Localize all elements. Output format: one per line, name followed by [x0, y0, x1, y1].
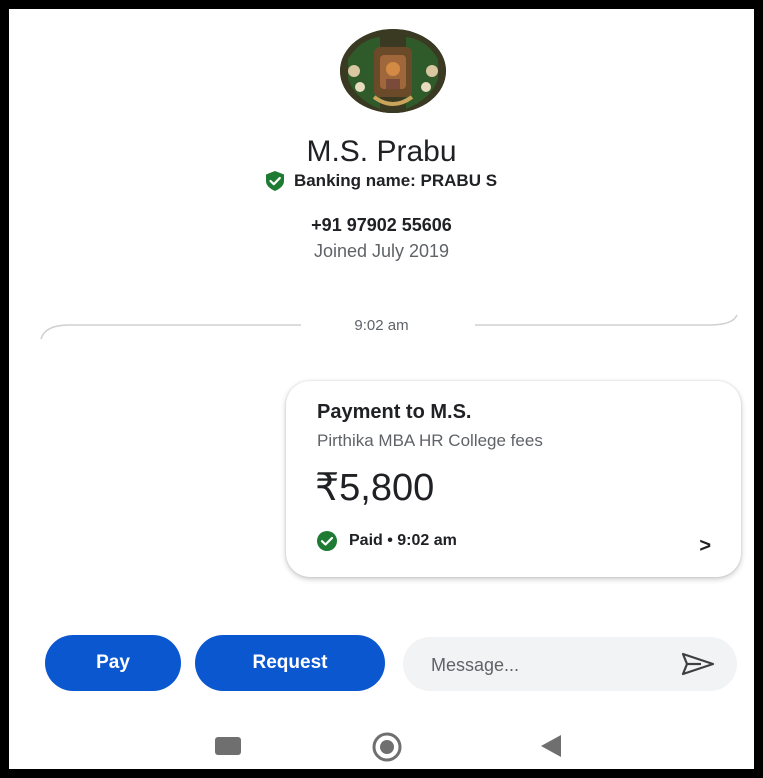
triangle-back-icon[interactable]	[539, 733, 563, 759]
profile-photo[interactable]	[340, 29, 446, 113]
check-circle-icon	[317, 531, 337, 551]
payment-status: Paid • 9:02 am	[317, 531, 457, 551]
pay-button[interactable]: Pay	[45, 635, 181, 691]
request-button[interactable]: Request	[195, 635, 385, 691]
payment-card[interactable]: Payment to M.S. Pirthika MBA HR College …	[286, 381, 741, 577]
circle-icon[interactable]	[371, 731, 403, 763]
payment-title: Payment to M.S.	[317, 401, 472, 423]
screen: M.S. Prabu Banking name: PRABU S +91 979…	[9, 9, 754, 769]
banking-name-row: Banking name: PRABU S	[9, 171, 754, 191]
payment-note: Pirthika MBA HR College fees	[317, 431, 543, 450]
phone-number: +91 97902 55606	[311, 215, 452, 235]
message-input[interactable]	[429, 649, 653, 681]
banking-name: Banking name: PRABU S	[293, 171, 498, 190]
square-icon[interactable]	[215, 737, 241, 755]
send-icon[interactable]	[681, 651, 715, 677]
profile-photo-icon	[340, 29, 446, 113]
message-field[interactable]	[403, 637, 737, 691]
payment-amount: ₹5,800	[315, 467, 435, 509]
payment-status-text: Paid • 9:02 am	[349, 532, 457, 549]
system-nav-bar	[9, 721, 754, 769]
contact-name: M.S. Prabu	[306, 135, 457, 168]
verified-shield-icon	[265, 171, 284, 191]
conversation-timestamp: 9:02 am	[354, 317, 409, 334]
joined-date: Joined July 2019	[313, 241, 450, 261]
chevron-right-icon[interactable]: >	[699, 535, 711, 558]
